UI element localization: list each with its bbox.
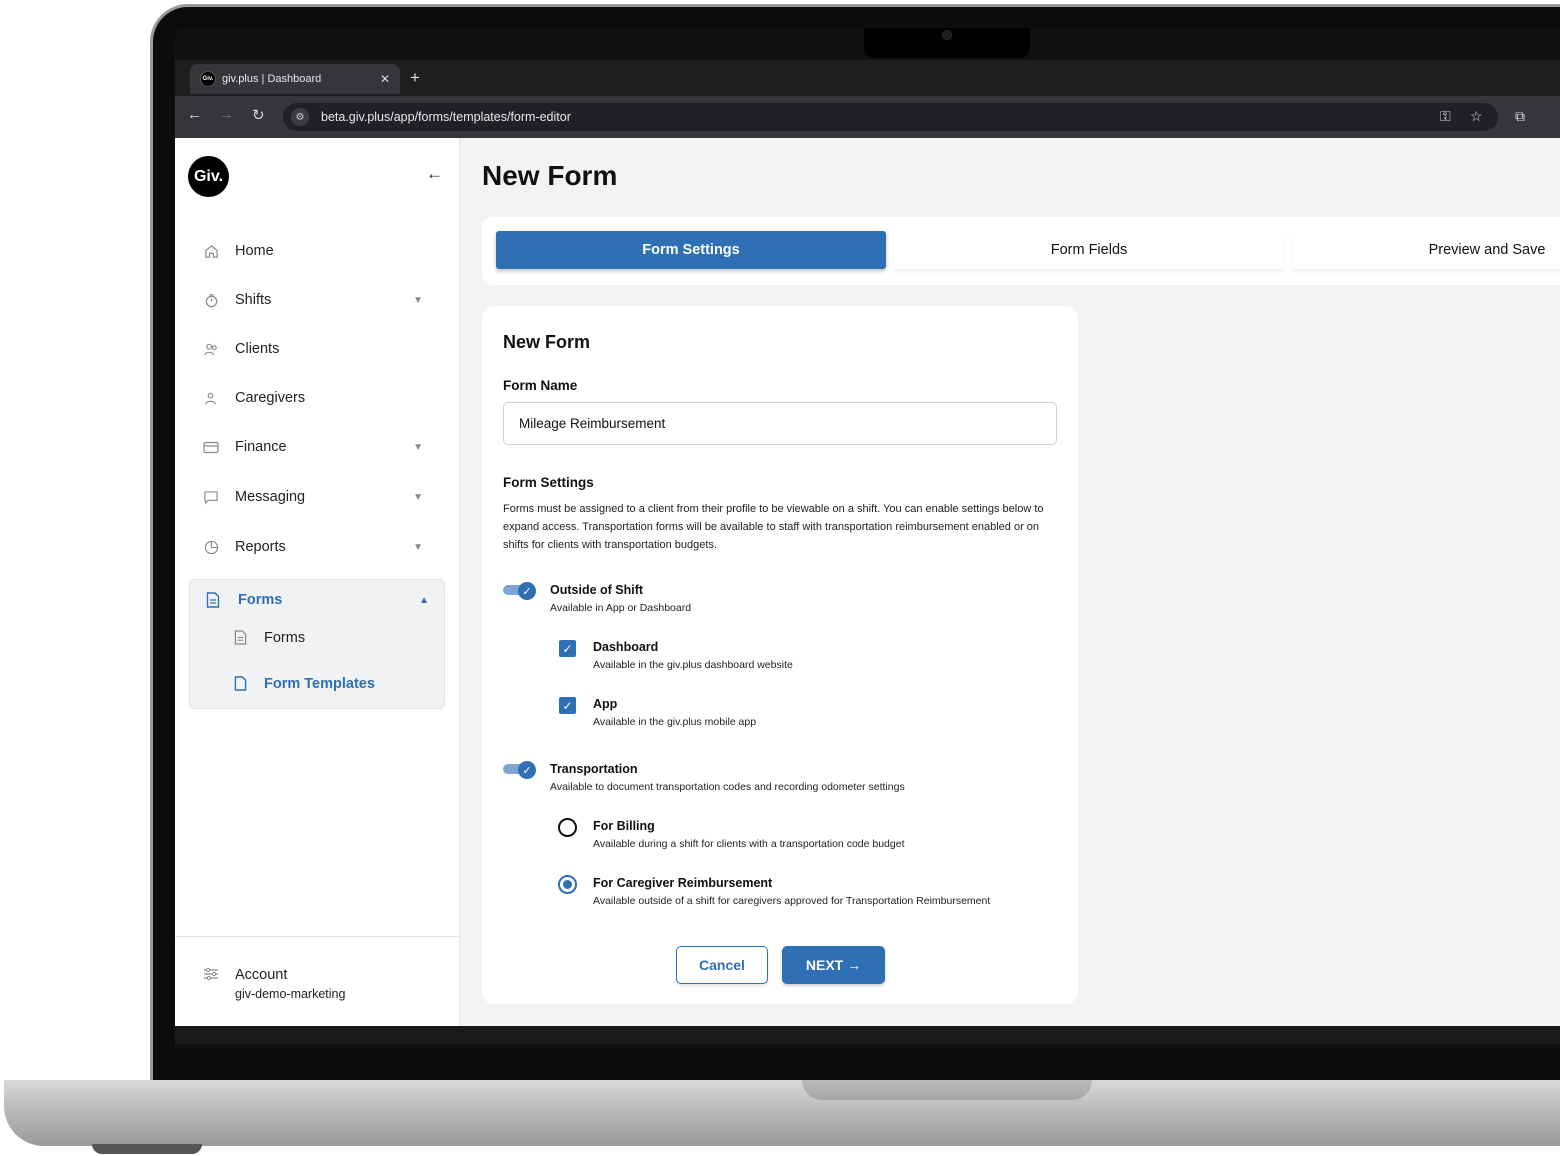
collapse-sidebar-icon[interactable]: ← [426, 164, 443, 184]
tab-title: giv.plus | Dashboard [222, 73, 322, 85]
users-icon [203, 341, 219, 357]
dashboard-checkbox[interactable]: ✓ [559, 640, 576, 657]
sidebar-item-messaging[interactable]: Messaging ▼ [203, 482, 433, 512]
form-settings-description: Forms must be assigned to a client from … [503, 503, 1044, 551]
app-checkbox[interactable]: ✓ [559, 697, 576, 714]
form-settings-label: Form Settings [503, 475, 594, 490]
star-icon[interactable]: ☆ [1470, 108, 1483, 125]
for-billing-radio[interactable] [558, 818, 577, 837]
account-name: giv-demo-marketing [235, 987, 346, 1001]
pie-chart-icon [203, 539, 219, 555]
form-name-input[interactable] [503, 402, 1057, 445]
extensions-icon[interactable]: ⧉ [1515, 108, 1525, 125]
laptop-opening-notch [802, 1080, 1092, 1100]
outside-shift-title: Outside of Shift [550, 583, 644, 597]
dashboard-desc: Available in the giv.plus dashboard webs… [593, 659, 793, 671]
sidebar-subitem-forms[interactable]: Forms [234, 630, 305, 646]
laptop-base [4, 1080, 1560, 1146]
sidebar-item-label: Clients [235, 341, 280, 357]
url-text: beta.giv.plus/app/forms/templates/form-e… [321, 110, 571, 124]
tab-preview-and-save[interactable]: Preview and Save [1292, 231, 1560, 269]
card-icon [203, 439, 219, 455]
sidebar-item-shifts[interactable]: Shifts ▼ [203, 285, 433, 315]
account-section[interactable]: Account giv-demo-marketing [175, 936, 460, 1026]
sidebar-item-home[interactable]: Home [203, 236, 433, 266]
laptop-foot [92, 1144, 202, 1154]
message-icon [203, 489, 219, 505]
sidebar-item-finance[interactable]: Finance ▼ [203, 432, 433, 462]
sidebar-item-label: Finance [235, 439, 287, 455]
transportation-toggle[interactable]: ✓ [503, 761, 536, 779]
account-label: Account [235, 967, 288, 983]
close-icon[interactable]: ✕ [380, 72, 390, 86]
favicon-icon: Giv. [200, 71, 216, 87]
tab-form-fields[interactable]: Form Fields [894, 231, 1284, 269]
check-icon: ✓ [518, 761, 536, 779]
logo[interactable]: Giv. [188, 156, 229, 197]
sidebar-item-label: Messaging [235, 489, 306, 505]
for-caregiver-reimbursement-radio[interactable] [558, 875, 577, 894]
screen-bottom-bezel [175, 1026, 1560, 1044]
sidebar-item-clients[interactable]: Clients [203, 334, 433, 364]
chevron-down-icon: ▼ [413, 441, 423, 453]
transportation-title: Transportation [550, 762, 638, 776]
chevron-up-icon: ▲ [419, 594, 429, 606]
sidebar-item-label: Reports [235, 539, 286, 555]
page-title: New Form [482, 160, 618, 191]
step-tabs: Form Settings Form Fields Preview and Sa… [482, 217, 1560, 285]
site-settings-icon[interactable]: ⚙ [291, 108, 309, 126]
app-screen: Giv. ← Home Shifts ▼ Clients Caregivers … [175, 138, 1560, 1026]
sidebar-subitem-label: Forms [264, 630, 306, 646]
app-desc: Available in the giv.plus mobile app [593, 716, 757, 728]
outside-shift-toggle[interactable]: ✓ [503, 582, 536, 600]
form-name-label: Form Name [503, 378, 578, 393]
new-tab-icon[interactable]: + [410, 68, 420, 88]
sidebar-item-label: Home [235, 243, 274, 259]
check-icon: ✓ [518, 582, 536, 600]
reimbursement-desc: Available outside of a shift for caregiv… [593, 895, 991, 907]
dashboard-title: Dashboard [593, 640, 659, 654]
tab-form-settings[interactable]: Form Settings [496, 231, 886, 269]
stopwatch-icon [203, 292, 219, 308]
sidebar: Giv. ← Home Shifts ▼ Clients Caregivers … [175, 138, 460, 1026]
address-bar[interactable]: ⚙ beta.giv.plus/app/forms/templates/form… [283, 103, 1498, 131]
card-title: New Form [503, 332, 591, 352]
for-billing-title: For Billing [593, 819, 655, 833]
document-icon [234, 630, 248, 646]
chevron-down-icon: ▼ [413, 294, 423, 306]
sidebar-item-caregivers[interactable]: Caregivers [203, 383, 433, 413]
form-settings-card: New Form Form Name Form Settings Forms m… [482, 306, 1078, 1004]
main-content: New Form Form Settings Form Fields Previ… [460, 138, 1560, 1026]
for-billing-desc: Available during a shift for clients wit… [593, 838, 905, 850]
forward-icon[interactable]: → [219, 106, 234, 123]
chevron-down-icon: ▼ [413, 541, 423, 553]
home-icon [203, 243, 219, 259]
next-button[interactable]: NEXT → [782, 946, 885, 984]
sidebar-subitem-label: Form Templates [264, 676, 375, 692]
sidebar-subitem-form-templates[interactable]: Form Templates [234, 676, 375, 692]
sidebar-item-label: Caregivers [235, 390, 306, 406]
document-icon [206, 592, 222, 608]
sidebar-item-reports[interactable]: Reports ▼ [203, 532, 433, 562]
sidebar-item-label: Forms [238, 592, 283, 608]
camera-icon [942, 30, 952, 40]
caregiver-icon [203, 390, 219, 406]
app-title: App [593, 697, 618, 711]
cancel-button[interactable]: Cancel [676, 946, 768, 984]
sidebar-item-forms[interactable]: Forms ▲ [206, 588, 431, 612]
sidebar-item-label: Shifts [235, 292, 272, 308]
settings-sliders-icon [203, 967, 219, 986]
sidebar-forms-group: Forms ▲ Forms Form Templates [189, 579, 445, 709]
reimbursement-title: For Caregiver Reimbursement [593, 876, 773, 890]
back-icon[interactable]: ← [187, 106, 202, 123]
browser-tab[interactable]: Giv. giv.plus | Dashboard ✕ [190, 64, 400, 94]
file-icon [234, 676, 248, 692]
reload-icon[interactable]: ↻ [252, 106, 265, 124]
key-icon[interactable]: ⚿ [1440, 108, 1451, 125]
outside-shift-desc: Available in App or Dashboard [550, 602, 692, 614]
transportation-desc: Available to document transportation cod… [550, 781, 905, 793]
chevron-down-icon: ▼ [413, 491, 423, 503]
